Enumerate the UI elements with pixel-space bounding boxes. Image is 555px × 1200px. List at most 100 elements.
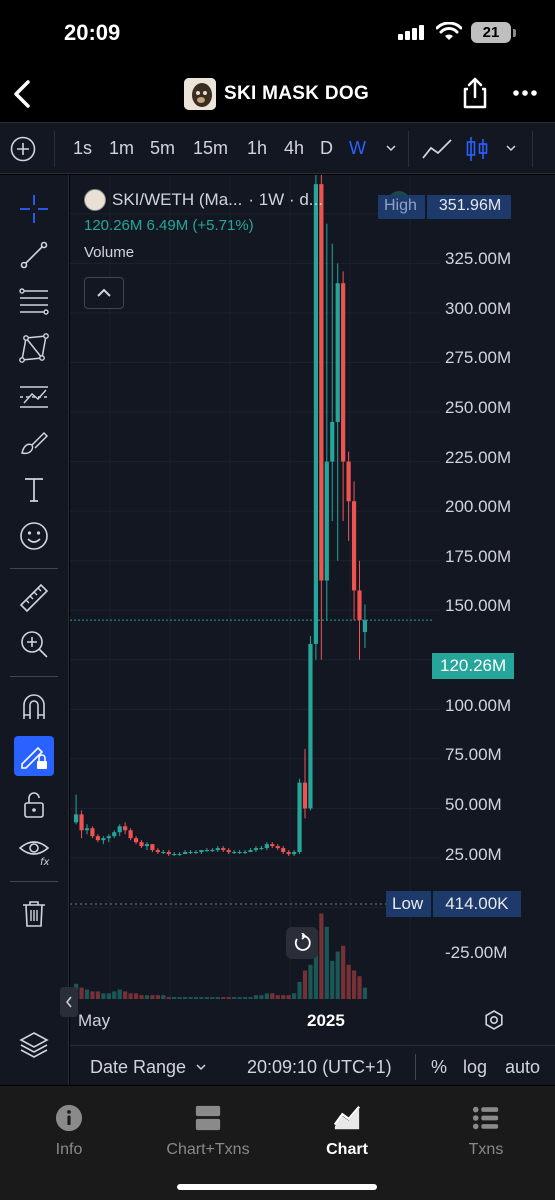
candle-body [237, 852, 242, 854]
volume-bar [193, 997, 199, 999]
measure-tool[interactable] [14, 578, 54, 618]
brush-tool[interactable] [14, 423, 54, 463]
timeframe-5m[interactable]: 5m [150, 138, 175, 159]
volume-bar [106, 993, 111, 999]
volume-bar [335, 951, 340, 999]
candle-body [248, 850, 253, 853]
timeframe-15m[interactable]: 15m [193, 138, 228, 159]
nav-tab-chart[interactable]: Chart [282, 1104, 412, 1159]
back-arrow-icon[interactable] [8, 76, 38, 112]
candle-body [292, 852, 297, 855]
y-axis-label: -25.00M [445, 943, 508, 962]
battery-tip [513, 29, 516, 37]
legend-collapse-button[interactable] [84, 277, 124, 309]
more-options-icon[interactable] [510, 78, 540, 108]
add-symbol-icon[interactable] [10, 136, 36, 162]
volume-bar [177, 997, 182, 999]
candle-body [346, 461, 351, 502]
log-scale-toggle[interactable]: log [463, 1057, 487, 1078]
timeframe-w[interactable]: W [349, 138, 366, 159]
line-chart-type-icon[interactable] [421, 136, 453, 162]
timezone-clock[interactable]: 20:09:10 (UTC+1) [247, 1057, 392, 1078]
volume-bar [341, 945, 346, 999]
candle-body [357, 590, 362, 621]
candle-body [150, 844, 155, 851]
share-icon[interactable] [460, 76, 490, 110]
chart-settings-icon[interactable] [483, 1009, 505, 1031]
legend-symbol[interactable]: SKI/WETH (Ma... [112, 190, 242, 210]
volume-bar [281, 995, 286, 999]
zoom-tool[interactable] [14, 624, 54, 664]
candle-body [264, 844, 269, 849]
app-header: SKI MASK DOG [0, 66, 555, 122]
chevron-down-icon[interactable] [194, 1060, 208, 1074]
candle-body [270, 844, 275, 847]
emoji-tool[interactable] [14, 516, 54, 556]
volume-bar [253, 995, 259, 999]
auto-scale-toggle[interactable]: auto [505, 1057, 540, 1078]
candle-body [101, 838, 106, 841]
text-tool[interactable] [14, 469, 54, 509]
list-icon [472, 1106, 499, 1130]
candle-body [128, 830, 133, 839]
timeframe-chevron-down-icon[interactable] [384, 141, 398, 155]
forecast-tool[interactable] [14, 377, 54, 417]
chart-bottom-bar: Date Range 20:09:10 (UTC+1) % log auto [70, 1045, 555, 1085]
nav-label: Info [55, 1141, 83, 1158]
lock-tool[interactable] [14, 784, 54, 824]
timeframe-1m[interactable]: 1m [109, 138, 134, 159]
y-axis-label: 275.00M [445, 348, 512, 367]
volume-bar [155, 995, 160, 999]
cellular-signal-icon [398, 25, 424, 40]
y-axis-label: 150.00M [445, 596, 512, 615]
timeframe-4h[interactable]: 4h [284, 138, 304, 159]
fib-tool[interactable] [14, 281, 54, 321]
unlock-icon [24, 792, 44, 818]
chart-icon [333, 1106, 361, 1130]
candlestick-chart-type-icon[interactable] [465, 135, 489, 163]
trend-line-tool[interactable] [14, 235, 54, 275]
candle-body [144, 844, 150, 847]
toolbar-divider [10, 568, 58, 569]
candle-body [166, 852, 171, 855]
toolbar-collapse-button[interactable] [60, 987, 78, 1017]
candle-body [155, 850, 160, 853]
reset-chart-button[interactable] [286, 927, 318, 959]
percent-scale-toggle[interactable]: % [431, 1057, 447, 1078]
volume-bar [210, 997, 215, 999]
volume-bar [270, 993, 275, 999]
lock-drawings-tool[interactable] [14, 736, 54, 776]
candle-body [139, 842, 144, 847]
chart-type-chevron-down-icon[interactable] [504, 141, 518, 155]
nav-tab-chart-txns[interactable]: Chart+Txns [143, 1104, 273, 1159]
volume-bar [362, 987, 368, 999]
timeframe-1s[interactable]: 1s [73, 138, 92, 159]
timeframe-1h[interactable]: 1h [247, 138, 267, 159]
chart-area[interactable]: SKI/WETH (Ma... · 1W · d... 120.26M 6.49… [60, 175, 555, 1045]
timeframe-d[interactable]: D [320, 138, 333, 159]
y-axis-label: 250.00M [445, 398, 512, 417]
pattern-tool[interactable] [14, 328, 54, 368]
chevron-left-icon [66, 996, 72, 1008]
legend-stats: 120.26M 6.49M (+5.71%) [84, 217, 254, 234]
volume-bar [199, 997, 204, 999]
layers-tool[interactable] [14, 1025, 54, 1065]
nav-tab-info[interactable]: Info [4, 1104, 134, 1159]
magnet-tool[interactable] [14, 687, 54, 727]
volume-bar [242, 997, 248, 999]
candle-body [302, 782, 308, 809]
visibility-tool[interactable]: fx [14, 830, 54, 870]
home-indicator [177, 1184, 377, 1190]
y-axis-label: 175.00M [445, 547, 512, 566]
low-marker-value: 414.00K [433, 891, 521, 917]
volume-bar [150, 995, 155, 999]
y-axis-label: 50.00M [445, 795, 502, 814]
volume-bar [84, 989, 90, 999]
delete-tool[interactable] [14, 893, 54, 933]
nav-label: Chart [326, 1141, 368, 1158]
candle-body [242, 852, 248, 854]
nav-tab-txns[interactable]: Txns [421, 1104, 551, 1159]
crosshair-tool[interactable] [14, 189, 54, 229]
date-range-button[interactable]: Date Range [90, 1057, 186, 1078]
nav-label: Chart+Txns [166, 1141, 250, 1158]
